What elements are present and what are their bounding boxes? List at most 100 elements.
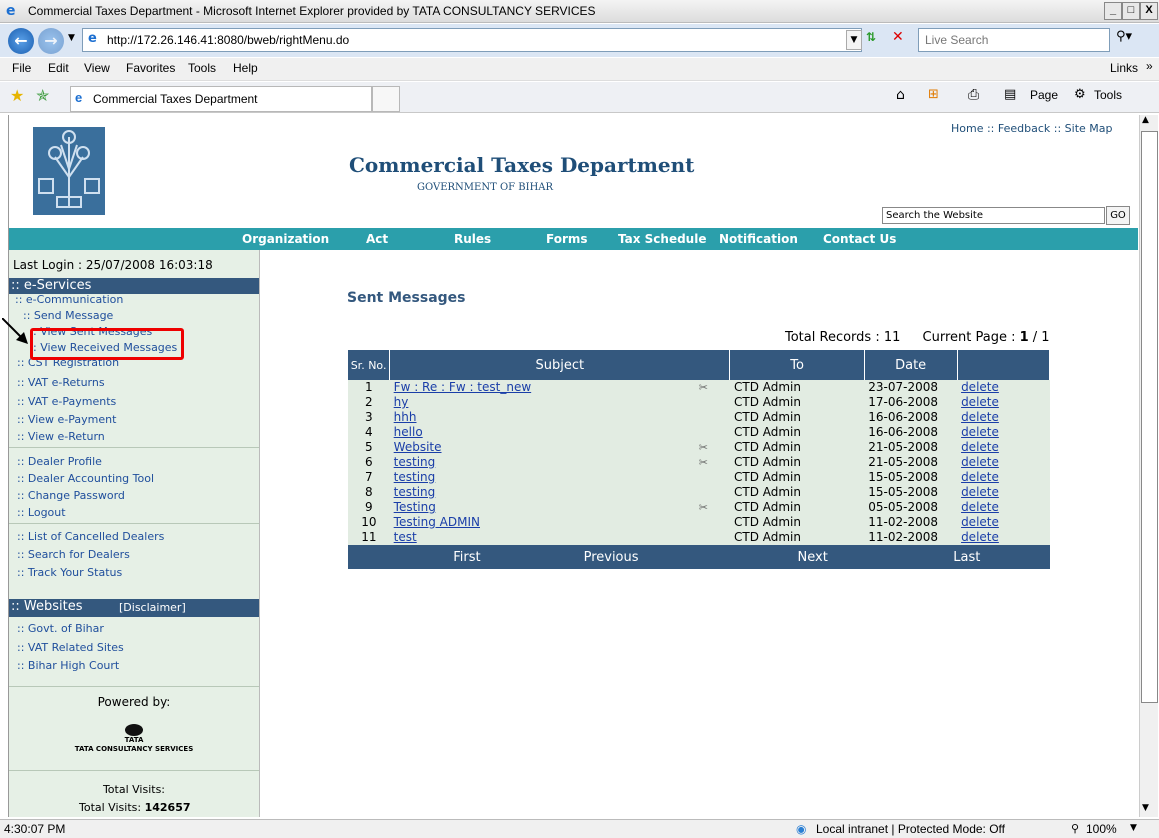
maximize-button[interactable]: □ bbox=[1122, 2, 1140, 20]
tab-commercial-taxes[interactable]: e Commercial Taxes Department bbox=[70, 86, 372, 112]
subject-link[interactable]: test bbox=[394, 530, 417, 544]
history-dropdown-icon[interactable]: ▼ bbox=[68, 33, 75, 43]
link-e-communication[interactable]: :: e-Communication bbox=[15, 293, 123, 306]
print-icon[interactable]: ⎙ bbox=[968, 87, 979, 103]
subject-link[interactable]: testing bbox=[394, 485, 436, 499]
menu-edit[interactable]: Edit bbox=[48, 61, 69, 75]
feeds-icon[interactable]: ⊞ bbox=[928, 87, 939, 102]
table-row: 8 testing CTD Admin 15-05-2008 delete bbox=[348, 485, 1050, 500]
new-tab-button[interactable] bbox=[372, 86, 400, 112]
close-window-button[interactable]: X bbox=[1140, 2, 1158, 20]
subject-link[interactable]: hy bbox=[394, 395, 409, 409]
disclaimer-link[interactable]: [Disclaimer] bbox=[119, 601, 186, 614]
link-change-password[interactable]: :: Change Password bbox=[17, 489, 125, 502]
link-track-status[interactable]: :: Track Your Status bbox=[17, 566, 122, 579]
live-search-input[interactable]: Live Search bbox=[918, 28, 1110, 52]
link-cancelled-dealers[interactable]: :: List of Cancelled Dealers bbox=[17, 530, 164, 543]
menu-help[interactable]: Help bbox=[233, 61, 258, 75]
link-bihar-high-court[interactable]: :: Bihar High Court bbox=[17, 659, 119, 672]
subject-link[interactable]: Fw : Re : Fw : test_new bbox=[394, 380, 531, 394]
favorites-star-icon[interactable]: ★ bbox=[10, 86, 24, 105]
delete-link[interactable]: delete bbox=[961, 530, 999, 544]
subject-link[interactable]: testing bbox=[394, 470, 436, 484]
pager-previous[interactable]: Previous bbox=[541, 550, 681, 565]
address-dropdown-icon[interactable]: ▼ bbox=[846, 30, 862, 50]
forward-button[interactable]: → bbox=[38, 28, 64, 54]
address-bar[interactable]: e http://172.26.146.41:8080/bweb/rightMe… bbox=[82, 28, 862, 52]
scroll-thumb[interactable] bbox=[1141, 131, 1158, 703]
cell-to: CTD Admin bbox=[730, 440, 864, 455]
link-dealer-accounting-tool[interactable]: :: Dealer Accounting Tool bbox=[17, 472, 154, 485]
cell-date: 11-02-2008 bbox=[864, 515, 957, 530]
links-menu[interactable]: Links bbox=[1110, 61, 1138, 75]
nav-organization[interactable]: Organization bbox=[242, 232, 329, 246]
link-logout[interactable]: :: Logout bbox=[17, 506, 66, 519]
subject-link[interactable]: Testing bbox=[394, 500, 436, 514]
minimize-button[interactable]: _ bbox=[1104, 2, 1122, 20]
cell-date: 11-02-2008 bbox=[864, 530, 957, 545]
link-view-e-return[interactable]: :: View e-Return bbox=[17, 430, 105, 443]
delete-link[interactable]: delete bbox=[961, 425, 999, 439]
menu-file[interactable]: File bbox=[12, 61, 31, 75]
delete-link[interactable]: delete bbox=[961, 455, 999, 469]
delete-link[interactable]: delete bbox=[961, 440, 999, 454]
link-govt-bihar[interactable]: :: Govt. of Bihar bbox=[17, 622, 104, 635]
security-zone[interactable]: Local intranet | Protected Mode: Off bbox=[816, 822, 1005, 836]
delete-link[interactable]: delete bbox=[961, 515, 999, 529]
sr-no: 2 bbox=[365, 395, 373, 409]
zoom-level[interactable]: 100% bbox=[1086, 822, 1117, 836]
scroll-down-icon[interactable]: ▼ bbox=[1142, 803, 1149, 813]
refresh-icon[interactable]: ⇅ bbox=[866, 30, 884, 48]
link-vat-e-payments[interactable]: :: VAT e-Payments bbox=[17, 395, 116, 408]
nav-forms[interactable]: Forms bbox=[546, 232, 588, 246]
delete-link[interactable]: delete bbox=[961, 500, 999, 514]
top-links[interactable]: Home :: Feedback :: Site Map bbox=[951, 122, 1113, 135]
delete-link[interactable]: delete bbox=[961, 380, 999, 394]
nav-act[interactable]: Act bbox=[366, 232, 388, 246]
recipient: CTD Admin bbox=[733, 470, 801, 484]
nav-tax-schedule[interactable]: Tax Schedule bbox=[618, 232, 706, 246]
home-icon[interactable]: ⌂ bbox=[896, 87, 905, 103]
stop-icon[interactable]: ✕ bbox=[892, 29, 910, 47]
delete-link[interactable]: delete bbox=[961, 470, 999, 484]
links-chevron-icon[interactable]: » bbox=[1146, 59, 1153, 73]
link-view-e-payment[interactable]: :: View e-Payment bbox=[17, 413, 116, 426]
go-button[interactable]: GO bbox=[1106, 206, 1130, 225]
link-dealer-profile[interactable]: :: Dealer Profile bbox=[17, 455, 102, 468]
menu-view[interactable]: View bbox=[84, 61, 110, 75]
subject-link[interactable]: hello bbox=[394, 425, 423, 439]
nav-notification[interactable]: Notification bbox=[719, 232, 798, 246]
page-menu[interactable]: Page bbox=[1030, 88, 1058, 102]
nav-rules[interactable]: Rules bbox=[454, 232, 491, 246]
pager-first[interactable]: First bbox=[397, 550, 537, 565]
link-vat-e-returns[interactable]: :: VAT e-Returns bbox=[17, 376, 105, 389]
subject-link[interactable]: testing bbox=[394, 455, 436, 469]
search-icon[interactable]: ⚲▾ bbox=[1116, 29, 1142, 51]
back-button[interactable]: ← bbox=[8, 28, 34, 54]
subject-link[interactable]: Testing ADMIN bbox=[394, 515, 480, 529]
nav-contact-us[interactable]: Contact Us bbox=[823, 232, 896, 246]
link-vat-sites[interactable]: :: VAT Related Sites bbox=[17, 641, 124, 654]
delete-link[interactable]: delete bbox=[961, 410, 999, 424]
table-row: 5 Website ✂ CTD Admin 21-05-2008 delete bbox=[348, 440, 1050, 455]
delete-link[interactable]: delete bbox=[961, 395, 999, 409]
zoom-dropdown-icon[interactable]: ▼ bbox=[1130, 823, 1137, 833]
sr-no: 8 bbox=[365, 485, 373, 499]
menu-tools[interactable]: Tools bbox=[188, 61, 216, 75]
message-date: 21-05-2008 bbox=[868, 455, 938, 469]
cell-sr-no: 2 bbox=[348, 395, 390, 410]
link-send-message[interactable]: :: Send Message bbox=[23, 309, 113, 322]
subject-link[interactable]: hhh bbox=[394, 410, 417, 424]
scroll-up-icon[interactable]: ▲ bbox=[1142, 115, 1149, 125]
pager-next[interactable]: Next bbox=[738, 550, 888, 565]
pager-last[interactable]: Last bbox=[892, 550, 1042, 565]
tools-menu[interactable]: Tools bbox=[1094, 88, 1122, 102]
site-search-input[interactable]: Search the Website bbox=[882, 207, 1105, 224]
menu-favorites[interactable]: Favorites bbox=[126, 61, 175, 75]
vertical-scrollbar[interactable]: ▲ ▼ bbox=[1139, 115, 1158, 817]
add-favorite-icon[interactable]: ✯ bbox=[36, 86, 49, 105]
delete-link[interactable]: delete bbox=[961, 485, 999, 499]
link-search-dealers[interactable]: :: Search for Dealers bbox=[17, 548, 130, 561]
message-date: 16-06-2008 bbox=[868, 410, 938, 424]
subject-link[interactable]: Website bbox=[394, 440, 442, 454]
